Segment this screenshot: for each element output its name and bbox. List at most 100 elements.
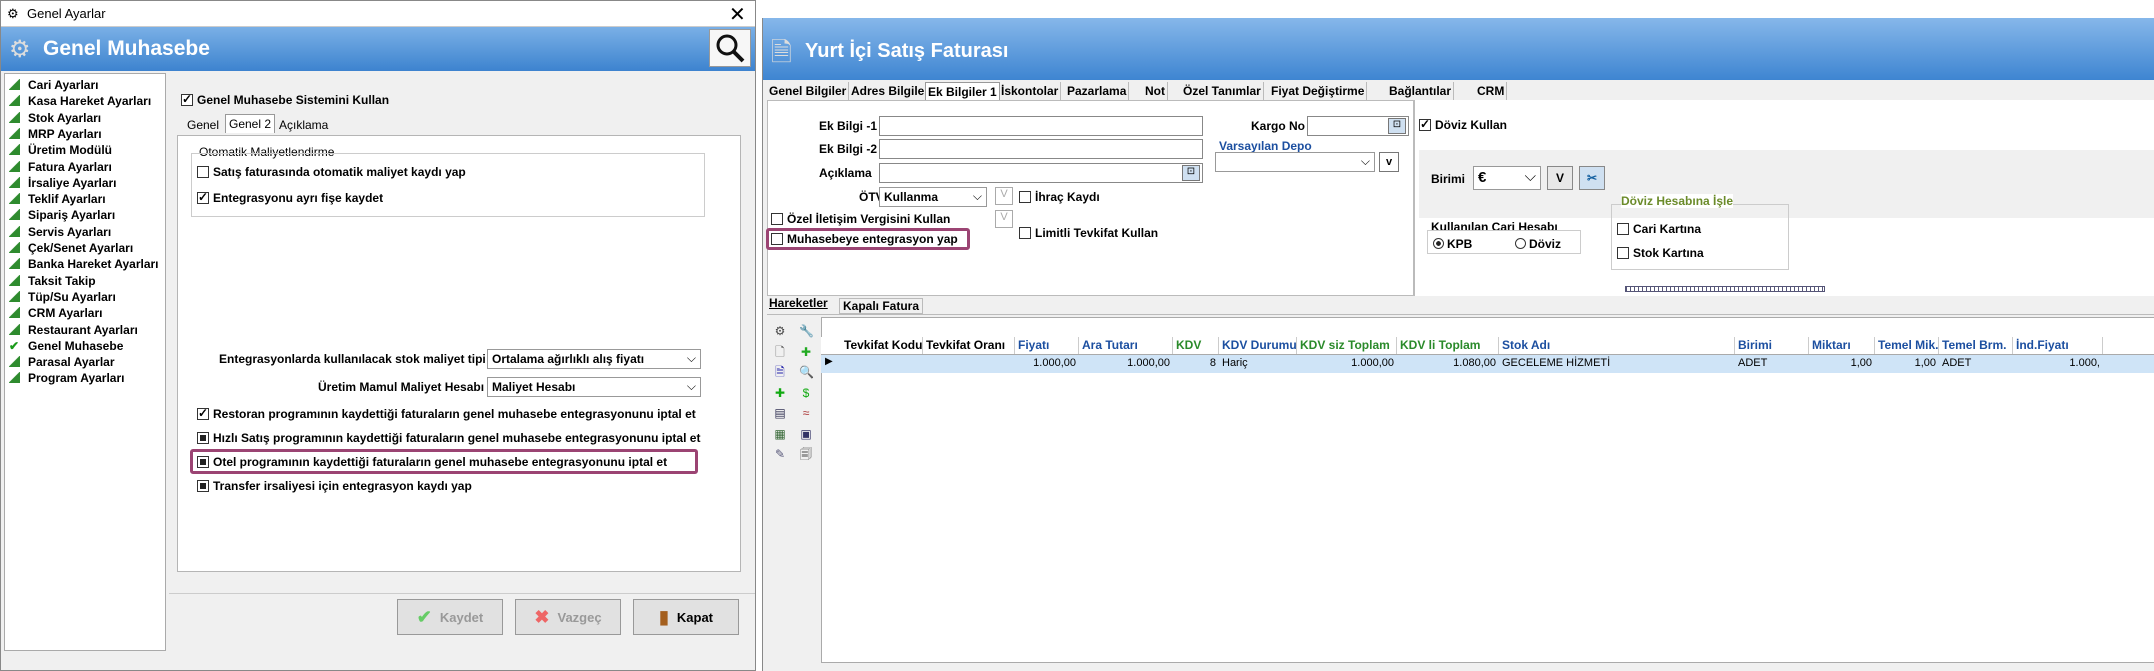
close-button[interactable]: ▮ Kapat [633,599,739,635]
toolbar-icon[interactable]: $ [799,386,813,400]
transfer-checkbox[interactable]: Transfer irsaliyesi için entegrasyon kay… [197,479,472,493]
sidebar-item[interactable]: Kasa Hareket Ayarları [9,94,151,108]
column-header[interactable]: Birimi [1735,337,1809,354]
tab-genel[interactable]: Genel [183,115,223,135]
tab-3[interactable]: İskontolar [999,82,1062,100]
separate-receipt-checkbox[interactable]: Entegrasyonu ayrı fişe kaydet [197,190,383,205]
table-cell: Hariç [1222,357,1248,369]
toolbar-icon[interactable]: 🗎 [773,365,787,379]
limitli-checkbox[interactable]: Limitli Tevkifat Kullan [1019,226,1158,240]
toolbar-icon[interactable]: ▦ [773,427,787,441]
column-header[interactable]: Ara Tutarı [1079,337,1173,354]
kargo-input[interactable]: ⊡ [1307,116,1409,136]
doviz-checkbox[interactable]: Döviz Kullan [1419,117,1507,132]
restoran-checkbox[interactable]: Restoran programının kaydettiği faturala… [197,406,696,421]
otel-checkbox[interactable]: Otel programının kaydettiği faturaların … [197,455,667,469]
doviz-radio[interactable]: Döviz [1515,237,1561,251]
sidebar-item[interactable]: Teklif Ayarları [9,192,106,206]
column-header[interactable]: Temel Mik. [1875,337,1939,354]
hizli-satis-checkbox[interactable]: Hızlı Satış programının kaydettiği fatur… [197,431,700,445]
column-header[interactable]: KDV li Toplam [1397,337,1499,354]
sidebar-item[interactable]: Parasal Ayarlar [9,355,115,369]
sidebar-item[interactable]: MRP Ayarları [9,127,102,141]
v-button-1[interactable]: V [995,187,1013,205]
tab-1[interactable]: Adres Bilgileri [849,82,936,100]
tab-8[interactable]: Bağlantılar [1387,82,1455,100]
exchange-icon[interactable]: ✂ [1579,166,1605,190]
tab-kapali-fatura[interactable]: Kapalı Fatura [839,298,924,314]
sidebar-item[interactable]: Program Ayarları [9,371,125,385]
tab-2[interactable]: Ek Bilgiler 1 [925,82,1000,101]
tab-6[interactable]: Özel Tanımlar [1181,82,1264,100]
toolbar-icon[interactable]: ≈ [799,406,813,420]
column-header[interactable]: Tevkifat Kodu [841,337,923,354]
tab-9[interactable]: CRM [1475,82,1508,100]
auto-cost-checkbox[interactable]: Satış faturasında otomatik maliyet kaydı… [197,165,466,179]
tab-hareketler[interactable]: Hareketler [769,296,828,310]
stok-kart-checkbox[interactable]: Stok Kartına [1617,246,1704,260]
toolbar-icon[interactable]: 🔍 [799,365,814,379]
sidebar-item[interactable]: Stok Ayarları [9,111,101,125]
cancel-button[interactable]: ✖ Vazgeç [515,599,621,635]
column-header[interactable]: Miktarı [1809,337,1875,354]
sidebar-item[interactable]: ✔ Genel Muhasebe [9,339,123,353]
toolbar-icon[interactable]: ✚ [799,345,813,359]
column-header[interactable]: İnd.Fiyatı [2013,337,2103,354]
sidebar-item[interactable]: CRM Ayarları [9,306,102,320]
column-header[interactable]: Stok Adı [1499,337,1735,354]
sidebar-item[interactable]: Fatura Ayarları [9,160,112,174]
column-header[interactable]: Temel Brm. [1939,337,2013,354]
column-header[interactable]: KDV siz Toplam [1297,337,1397,354]
column-header[interactable]: KDV [1173,337,1219,354]
sidebar-item[interactable]: Sipariş Ayarları [9,208,115,222]
muhasebe-entegrasyon-checkbox[interactable]: Muhasebeye entegrasyon yap [771,232,958,246]
ek2-input[interactable] [879,139,1203,159]
tab-7[interactable]: Fiyat Değiştirme [1269,82,1368,100]
column-header[interactable]: KDV Durumu [1219,337,1297,354]
ek1-input[interactable] [879,116,1203,136]
tab-0[interactable]: Genel Bilgiler [767,82,850,100]
otv-select[interactable]: Kullanma ⌵ [879,187,987,207]
cari-kart-checkbox[interactable]: Cari Kartına [1617,222,1701,236]
sidebar-item[interactable]: Tüp/Su Ayarları [9,290,116,304]
sidebar-item[interactable]: Cari Ayarları [9,78,98,92]
v-button-2[interactable]: V [995,210,1013,228]
aciklama-input[interactable]: ⊡ [879,163,1203,183]
sidebar-item[interactable]: Restaurant Ayarları [9,323,138,337]
tab-aciklama[interactable]: Açıklama [275,115,332,135]
sidebar-item[interactable]: Servis Ayarları [9,225,111,239]
toolbar-icon[interactable]: 🔧 [799,324,814,338]
save-button[interactable]: ✔ Kaydet [397,599,503,635]
sidebar-item[interactable]: Çek/Senet Ayarları [9,241,133,255]
toolbar-icon[interactable]: ✎ [773,447,787,461]
splitter-handle[interactable] [1625,286,1825,292]
toolbar-icon[interactable]: 🗐 [799,447,813,461]
birimi-select[interactable]: € ⌵ [1473,166,1541,190]
table-cell: 1.000,00 [1127,357,1170,369]
cost-type-select[interactable]: Ortalama ağırlıklı alış fiyatı ⌵ [487,349,701,369]
search-button[interactable] [709,29,751,67]
sidebar-item[interactable]: Üretim Modülü [9,143,112,157]
toolbar-icon[interactable]: 🗋 [773,345,787,359]
toolbar-icon[interactable]: ▤ [773,406,787,420]
tab-genel-2[interactable]: Genel 2 [225,114,276,133]
tab-5[interactable]: Not [1143,82,1168,100]
ihrac-checkbox[interactable]: İhraç Kaydı [1019,190,1100,204]
depo-select[interactable]: ⌵ [1215,152,1375,172]
sidebar-item[interactable]: Taksit Takip [9,274,96,288]
toolbar-icon[interactable]: ⚙ [773,324,787,338]
column-header[interactable]: Tevkifat Oranı [923,337,1015,354]
tab-4[interactable]: Pazarlama [1065,82,1130,100]
close-icon[interactable]: ✕ [729,2,746,27]
sidebar-item[interactable]: İrsaliye Ayarları [9,176,117,190]
use-system-checkbox[interactable]: Genel Muhasebe Sistemini Kullan [181,92,389,107]
sidebar-item[interactable]: Banka Hareket Ayarları [9,257,159,271]
ozel-iletisim-checkbox[interactable]: Özel İletişim Vergisini Kullan [771,212,950,226]
column-header[interactable]: Fiyatı [1015,337,1079,354]
toolbar-icon[interactable]: ▣ [799,427,813,441]
toolbar-icon[interactable]: ✚ [773,386,787,400]
depo-v-button[interactable]: v [1379,152,1399,172]
prod-cost-select[interactable]: Maliyet Hesabı ⌵ [487,377,701,397]
birimi-v-button[interactable]: V [1547,166,1573,190]
kpb-radio[interactable]: KPB [1433,237,1472,251]
